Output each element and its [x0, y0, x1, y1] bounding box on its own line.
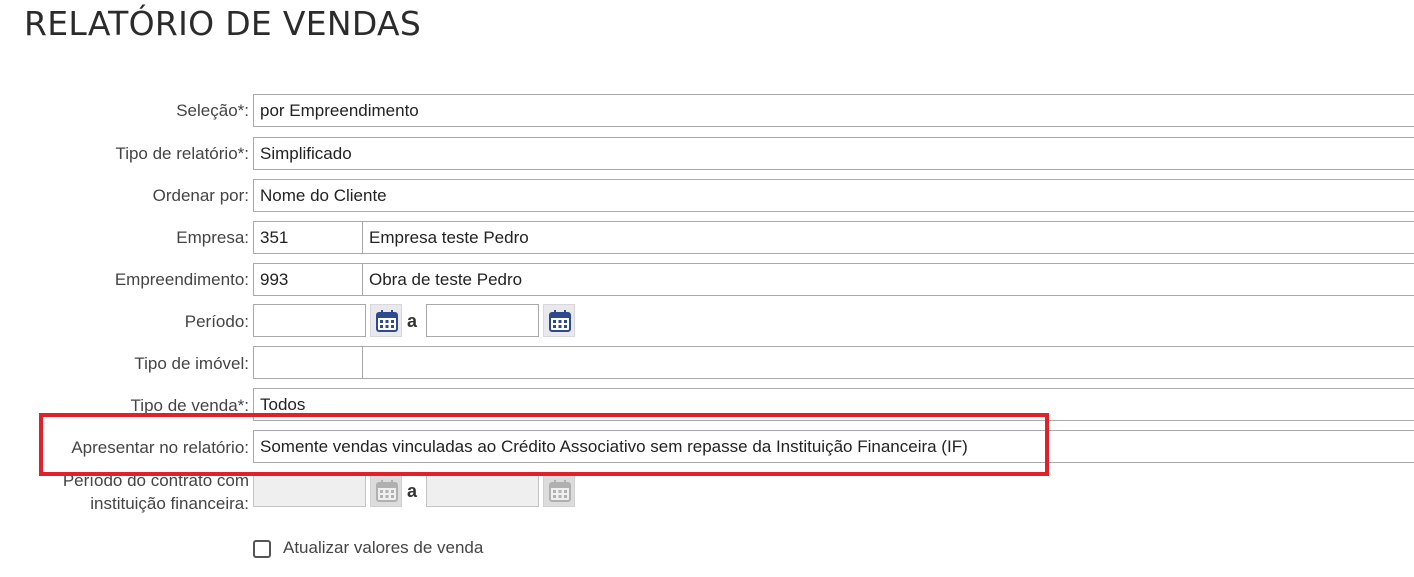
tipo-relatorio-label: Tipo de relatório*: — [115, 144, 249, 163]
periodo-from-input[interactable] — [253, 304, 366, 337]
tipo-imovel-code-input[interactable] — [253, 346, 363, 379]
tipo-imovel-name-input[interactable] — [362, 346, 1414, 379]
periodo-contrato-to-input[interactable] — [426, 474, 539, 507]
empreendimento-name-input[interactable]: Obra de teste Pedro — [362, 263, 1414, 296]
calendar-icon[interactable] — [543, 304, 575, 337]
selecao-label: Seleção*: — [176, 101, 249, 120]
periodo-contrato-separator: a — [407, 481, 418, 501]
tipo-venda-label: Tipo de venda*: — [130, 396, 249, 415]
empresa-label: Empresa: — [176, 228, 249, 247]
selecao-select[interactable]: por Empreendimento — [253, 94, 1414, 127]
empresa-code-input[interactable]: 351 — [253, 221, 363, 254]
tipo-imovel-label: Tipo de imóvel: — [134, 354, 249, 373]
tipo-venda-select[interactable]: Todos — [253, 388, 1414, 421]
calendar-icon[interactable] — [370, 304, 402, 337]
atualizar-checkbox[interactable] — [253, 540, 271, 558]
periodo-contrato-from-input[interactable] — [253, 474, 366, 507]
tipo-relatorio-select[interactable]: Simplificado — [253, 137, 1414, 170]
calendar-icon[interactable] — [543, 474, 575, 507]
periodo-separator: a — [407, 311, 418, 331]
ordenar-por-label: Ordenar por: — [152, 186, 249, 205]
ordenar-por-select[interactable]: Nome do Cliente — [253, 179, 1414, 212]
periodo-contrato-label-line1: Período do contrato com — [62, 471, 249, 490]
apresentar-label: Apresentar no relatório: — [71, 438, 249, 457]
calendar-icon[interactable] — [370, 474, 402, 507]
empreendimento-label: Empreendimento: — [114, 270, 249, 289]
apresentar-select[interactable]: Somente vendas vinculadas ao Crédito Ass… — [253, 430, 1414, 463]
periodo-contrato-label-line2: instituição financeira: — [90, 494, 249, 513]
empreendimento-code-input[interactable]: 993 — [253, 263, 363, 296]
page-title: RELATÓRIO DE VENDAS — [24, 4, 422, 43]
periodo-to-input[interactable] — [426, 304, 539, 337]
empresa-name-input[interactable]: Empresa teste Pedro — [362, 221, 1414, 254]
periodo-label: Período: — [184, 312, 249, 331]
atualizar-checkbox-label[interactable]: Atualizar valores de venda — [283, 538, 483, 558]
